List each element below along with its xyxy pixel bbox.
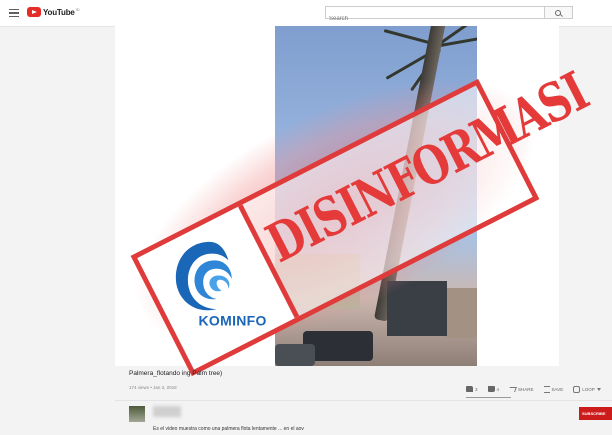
youtube-play-icon	[27, 7, 41, 17]
kominfo-swirl-icon	[175, 241, 232, 311]
more-caret-icon[interactable]	[596, 387, 601, 391]
building	[445, 288, 477, 338]
search-icon	[555, 10, 561, 16]
subscribe-button[interactable]: SUBSCRIBE	[579, 407, 612, 420]
channel-name-redacted	[153, 406, 181, 417]
search-button[interactable]	[545, 6, 573, 19]
search-input[interactable]	[326, 13, 529, 25]
video-description: Es el video muestra como una palmera flo…	[153, 426, 304, 432]
youtube-logo[interactable]: YouTube ID	[27, 7, 80, 17]
video-title: Palmera_flotando ing Palm tree)	[129, 370, 223, 377]
thumbs-up-icon	[466, 386, 473, 392]
save-button[interactable]: SAVE	[543, 385, 564, 393]
video-meta: 174 views • Jan 3, 2018	[129, 385, 177, 390]
country-code: ID	[75, 7, 80, 12]
youtube-logo-text: YouTube	[43, 7, 75, 17]
loop-button[interactable]: LOOP	[573, 385, 601, 393]
kominfo-logo-text: KOMINFO	[198, 312, 267, 329]
top-bar: YouTube ID	[0, 0, 612, 27]
loop-icon	[573, 385, 581, 393]
loop-label: LOOP	[582, 386, 595, 392]
divider	[115, 400, 612, 401]
save-label: SAVE	[551, 386, 564, 392]
video-actions: 3 4 SHARE SAVE LOOP	[466, 383, 601, 395]
share-button[interactable]: SHARE	[508, 386, 534, 392]
share-label: SHARE	[518, 386, 534, 392]
like-button[interactable]: 3	[466, 386, 478, 392]
menu-icon[interactable]	[9, 9, 19, 18]
thumbs-down-icon	[487, 386, 495, 392]
share-icon	[508, 386, 517, 392]
like-ratio-bar	[466, 397, 511, 398]
save-icon	[543, 385, 550, 393]
like-count: 3	[475, 386, 478, 392]
channel-avatar[interactable]	[129, 406, 145, 422]
dislike-button[interactable]: 4	[487, 386, 500, 392]
dislike-count: 4	[496, 386, 500, 392]
search-box[interactable]	[325, 6, 545, 25]
